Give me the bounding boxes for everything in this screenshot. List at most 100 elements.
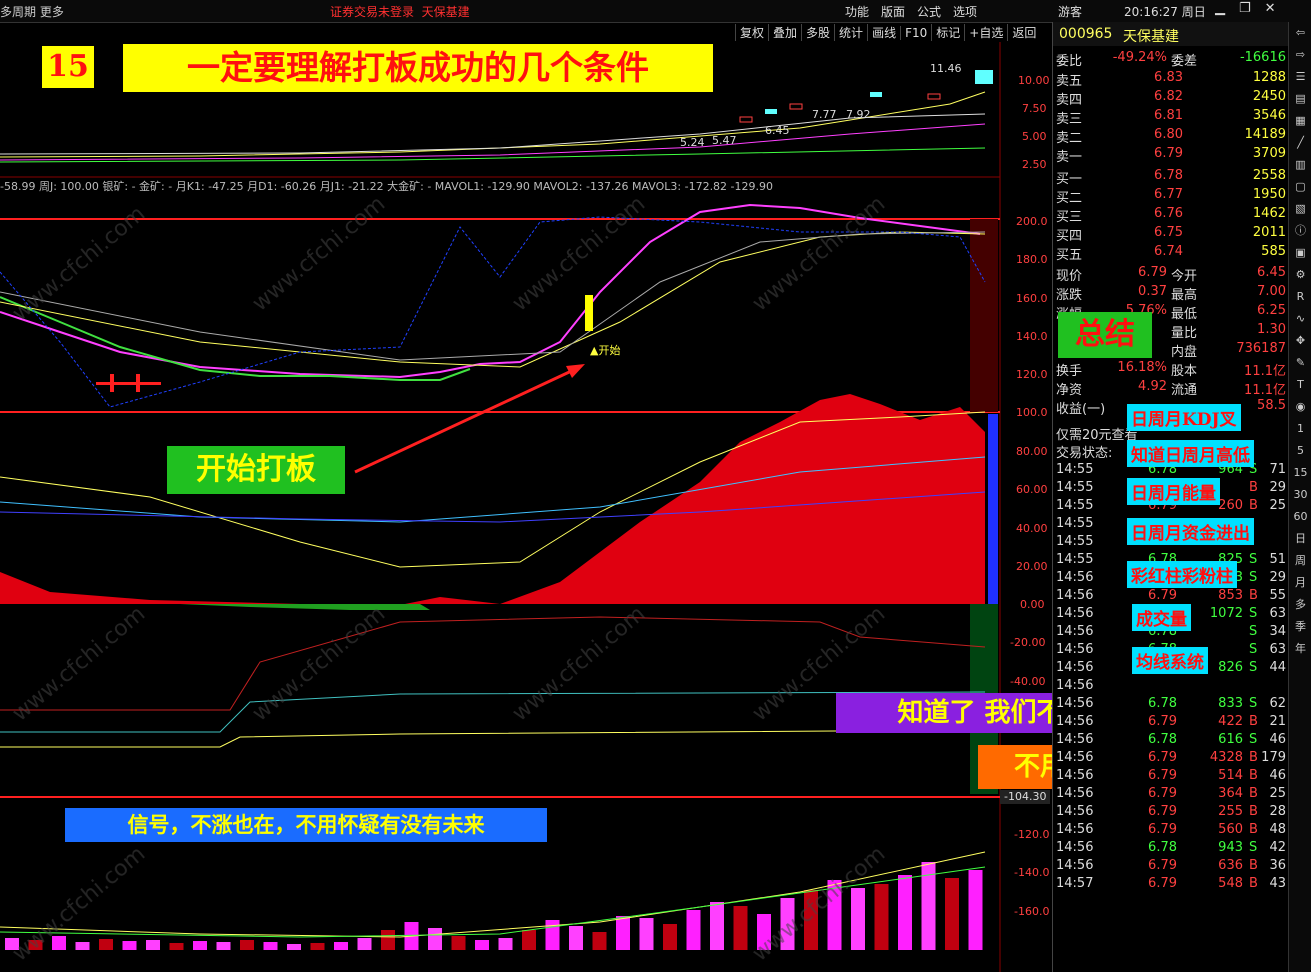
tick-time: 14:56 [1056,822,1094,837]
restore-icon[interactable]: ❐ [1239,1,1251,16]
move-icon[interactable]: ✥ [1289,330,1311,352]
volume-bar [968,870,983,950]
stat-label: 今开 [1171,269,1198,284]
tick-side: S [1249,624,1258,639]
period-label[interactable]: 多周期 [0,5,36,19]
order-book-row: 买五 6.74 585 [1053,244,1289,263]
menu-function[interactable]: 功能 [845,5,869,19]
tick-row: 14:56 [1053,678,1289,696]
notice-text[interactable]: 仅需20元查看 [1056,424,1138,443]
period-multi[interactable]: 多 [1289,594,1311,616]
kline-annot-4: 5.47 [712,134,737,147]
axis-label: -40.00 [1010,675,1045,688]
tick-count: 42 [1269,840,1286,855]
tick-price: 6.79 [1148,858,1177,873]
period-quarter[interactable]: 季 [1289,616,1311,638]
volume-bar [851,888,865,950]
doc-icon[interactable]: ▢ [1289,176,1311,198]
kline-annot-6: 6.45 [765,124,790,137]
tick-time: 14:55 [1056,534,1094,549]
list-icon[interactable]: ☰ [1289,66,1311,88]
pen-icon[interactable]: ✎ [1289,352,1311,374]
order-volume: 1288 [1252,70,1286,85]
menu-layout[interactable]: 版面 [881,5,905,19]
period-15[interactable]: 15 [1289,462,1311,484]
period-week[interactable]: 周 [1289,550,1311,572]
rsi-icon[interactable]: R [1289,286,1311,308]
globe-icon[interactable]: ◉ [1289,396,1311,418]
settings-icon[interactable]: ⚙ [1289,264,1311,286]
order-level-label: 卖二 [1056,131,1083,146]
order-level-label: 卖四 [1056,93,1083,108]
order-level-label: 买二 [1056,191,1083,206]
login-status-text[interactable]: 证券交易未登录 [330,5,414,19]
tick-row: 14:56 6.79 422 B 21 [1053,714,1289,732]
period-sidebar: ⇦ ⇨ ☰ ▤ ▦ ╱ ▥ ▢ ▧ ⓘ ▣ ⚙ R ∿ ✥ ✎ T ◉ 1 5 … [1288,22,1311,972]
tick-volume: 4328 [1209,750,1243,765]
volume-bar [75,942,90,950]
volume-bar [945,878,959,950]
back-arrow-icon[interactable]: ⇦ [1289,22,1311,44]
user-label[interactable]: 游客 [1058,3,1082,20]
line-icon[interactable]: ╱ [1289,132,1311,154]
minimize-icon[interactable]: ▁ [1215,1,1225,16]
svg-text:www.cfchi.com: www.cfchi.com [248,191,390,316]
period-year[interactable]: 年 [1289,638,1311,660]
period-1[interactable]: 1 [1289,418,1311,440]
wave-icon[interactable]: ∿ [1289,308,1311,330]
login-status: 证券交易未登录 天保基建 [330,3,470,20]
stat-row: 换手 16.18% 股本 11.1亿 [1053,360,1289,379]
axis-label: 20.00 [1016,560,1048,573]
tick-count: 48 [1269,822,1286,837]
chart-icon[interactable]: ▤ [1289,88,1311,110]
menu-formula[interactable]: 公式 [917,5,941,19]
tick-time: 14:56 [1056,678,1094,693]
close-icon[interactable]: ✕ [1265,1,1276,16]
tick-time: 14:56 [1056,786,1094,801]
bar-icon[interactable]: ▥ [1289,154,1311,176]
volume-bar [240,940,254,950]
tick-row: 14:56 6.79 364 B 25 [1053,786,1289,804]
tick-time: 14:56 [1056,750,1094,765]
kline-price-5: 5.00 [1022,130,1047,143]
tick-time: 14:55 [1056,480,1094,495]
grid-icon[interactable]: ▦ [1289,110,1311,132]
tick-volume: 636 [1218,858,1243,873]
calc-icon[interactable]: ▣ [1289,242,1311,264]
table-icon[interactable]: ▧ [1289,198,1311,220]
axis-label: 160.0 [1016,292,1048,305]
order-price: 6.76 [1154,206,1183,221]
period-60[interactable]: 60 [1289,506,1311,528]
headline-number: 15 [42,46,94,88]
tick-volume: 364 [1218,786,1243,801]
tick-count: 43 [1269,876,1286,891]
info-icon[interactable]: ⓘ [1289,220,1311,242]
tick-volume: 853 [1218,588,1243,603]
period-30[interactable]: 30 [1289,484,1311,506]
tick-row: 14:56 6.79 636 B 36 [1053,858,1289,876]
more-menu[interactable]: 更多 [40,5,64,19]
text-icon[interactable]: T [1289,374,1311,396]
tick-count: 46 [1269,732,1286,747]
tick-time: 14:56 [1056,840,1094,855]
webi-value: -49.24% [1112,50,1167,65]
menu-options[interactable]: 选项 [953,5,977,19]
forward-arrow-icon[interactable]: ⇨ [1289,44,1311,66]
summary-item: 日周月KDJ叉 [1127,404,1241,431]
tick-side: B [1249,750,1258,765]
order-price: 6.75 [1154,225,1183,240]
order-volume: 3709 [1252,146,1286,161]
tick-price: 6.79 [1148,768,1177,783]
period-day[interactable]: 日 [1289,528,1311,550]
kline-annot-high: 11.46 [930,62,962,75]
tick-time: 14:56 [1056,804,1094,819]
order-price: 6.77 [1154,187,1183,202]
period-5[interactable]: 5 [1289,440,1311,462]
tick-count: 28 [1269,804,1286,819]
volume-bar [686,910,701,950]
period-menu[interactable]: 多周期 更多 [0,3,64,20]
volume-bar [498,938,513,950]
period-month[interactable]: 月 [1289,572,1311,594]
kdj-axis: 200.0 180.0 160.0 140.0 120.0 100.0 80.0… [1010,215,1048,688]
tick-side: S [1249,840,1258,855]
